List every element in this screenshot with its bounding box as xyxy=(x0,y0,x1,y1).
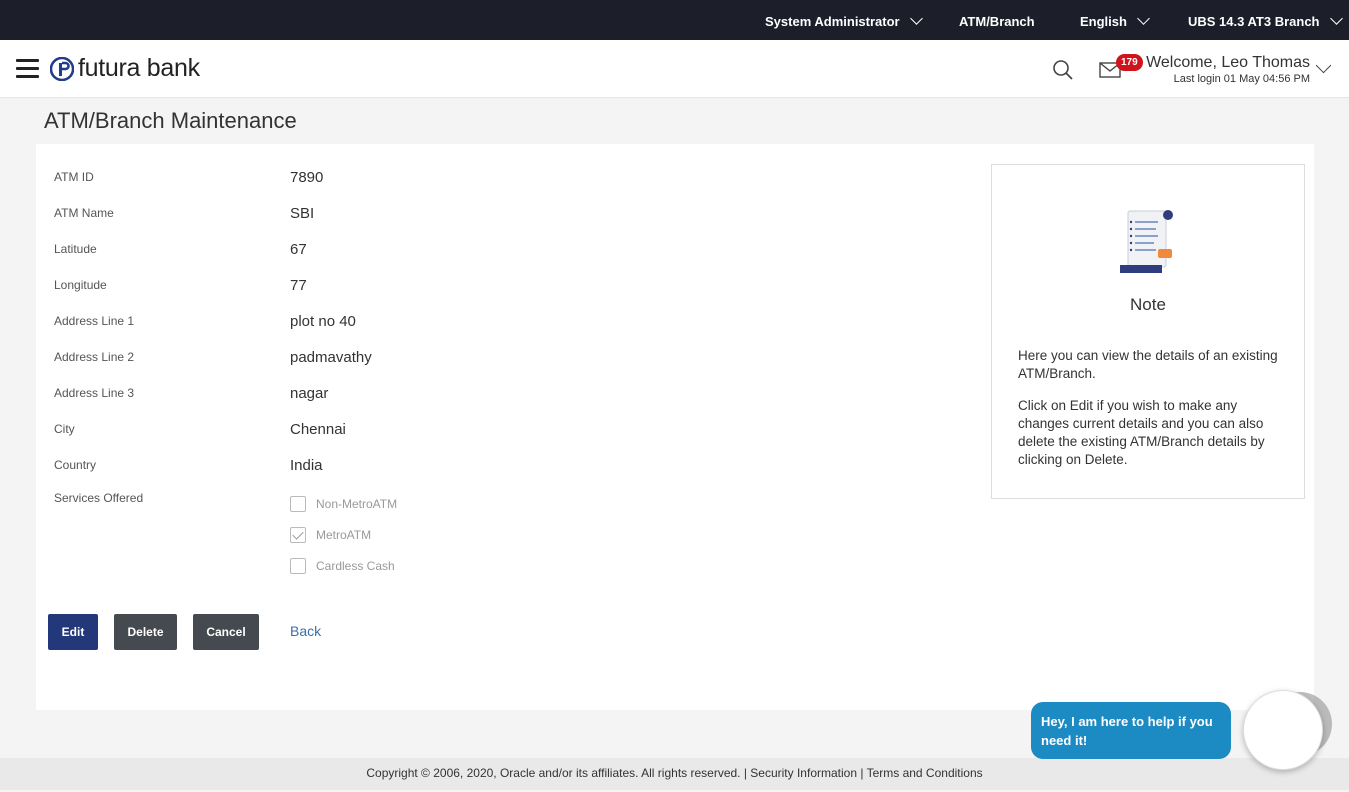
footer: Copyright © 2006, 2020, Oracle and/or it… xyxy=(0,758,1349,790)
checkbox-label: Cardless Cash xyxy=(316,559,395,573)
branch-menu[interactable]: UBS 14.3 AT3 Branch xyxy=(1188,12,1343,29)
detail-label: ATM Name xyxy=(54,206,114,220)
top-bar: System Administrator ATM/Branch English … xyxy=(0,0,1349,40)
chat-avatar-button[interactable] xyxy=(1243,690,1323,770)
detail-value: 77 xyxy=(290,277,307,294)
search-icon[interactable] xyxy=(1052,59,1074,81)
chevron-down-icon xyxy=(909,12,923,25)
back-link[interactable]: Back xyxy=(290,623,321,639)
language-label: English xyxy=(1080,14,1127,29)
cancel-button[interactable]: Cancel xyxy=(193,614,259,650)
branch-label: UBS 14.3 AT3 Branch xyxy=(1188,14,1320,29)
checkbox-box[interactable] xyxy=(290,558,306,574)
language-menu[interactable]: English xyxy=(1080,12,1150,29)
role-label: System Administrator xyxy=(765,14,900,29)
role-menu[interactable]: System Administrator xyxy=(765,12,923,29)
details-card: ATM ID 7890 ATM Name SBI Latitude 67 Lon… xyxy=(36,144,1314,710)
checkbox-label: MetroATM xyxy=(316,528,372,542)
detail-value: nagar xyxy=(290,385,329,402)
detail-value: India xyxy=(290,457,323,474)
note-panel: Note Here you can view the details of an… xyxy=(991,164,1305,499)
note-paragraph: Here you can view the details of an exis… xyxy=(1018,348,1278,381)
detail-label: City xyxy=(54,422,75,436)
module-link[interactable]: ATM/Branch xyxy=(959,14,1035,29)
detail-value: plot no 40 xyxy=(290,313,356,330)
detail-label: Country xyxy=(54,458,97,472)
detail-label: Address Line 1 xyxy=(54,314,135,328)
note-title: Note xyxy=(1130,295,1166,314)
detail-value: Chennai xyxy=(290,421,346,438)
chat-bubble[interactable]: Hey, I am here to help if you need it! xyxy=(1031,702,1231,759)
app-header: futura bank 179 Welcome, Leo Thomas Last… xyxy=(0,40,1349,98)
brand-logo[interactable]: futura bank xyxy=(50,56,200,81)
chevron-down-icon xyxy=(1329,12,1343,25)
note-paragraph: Click on Edit if you wish to make any ch… xyxy=(1018,398,1265,467)
detail-value: 7890 xyxy=(290,169,324,186)
edit-button[interactable]: Edit xyxy=(48,614,98,650)
notification-badge[interactable]: 179 xyxy=(1116,54,1143,71)
detail-value: 67 xyxy=(290,241,307,258)
detail-label: Latitude xyxy=(54,242,97,256)
delete-button[interactable]: Delete xyxy=(114,614,177,650)
detail-value: SBI xyxy=(290,205,315,222)
checkbox-box[interactable] xyxy=(290,496,306,512)
user-menu[interactable]: Welcome, Leo Thomas Last login 01 May 04… xyxy=(1146,54,1310,85)
welcome-text: Welcome, Leo Thomas xyxy=(1146,54,1310,71)
checkbox-non-metro-atm[interactable]: Non-MetroATM xyxy=(290,496,397,512)
checkbox-box[interactable] xyxy=(290,527,306,543)
detail-label: Longitude xyxy=(54,278,107,292)
services-label: Services Offered xyxy=(54,491,144,505)
detail-label: ATM ID xyxy=(54,170,94,184)
page-title: ATM/Branch Maintenance xyxy=(44,108,297,133)
document-note-icon xyxy=(1120,210,1173,273)
checkbox-metro-atm[interactable]: MetroATM xyxy=(290,527,371,543)
futura-logo-icon xyxy=(50,56,74,81)
last-login-text: Last login 01 May 04:56 PM xyxy=(1173,73,1310,85)
detail-label: Address Line 2 xyxy=(54,350,135,364)
detail-label: Address Line 3 xyxy=(54,386,135,400)
checkbox-cardless-cash[interactable]: Cardless Cash xyxy=(290,558,395,574)
checkbox-label: Non-MetroATM xyxy=(316,497,398,511)
brand-name: futura bank xyxy=(78,54,200,82)
hamburger-menu-icon[interactable] xyxy=(16,59,39,79)
detail-value: padmavathy xyxy=(290,349,372,366)
chevron-down-icon xyxy=(1137,12,1150,25)
module-label: ATM/Branch xyxy=(959,14,1035,29)
